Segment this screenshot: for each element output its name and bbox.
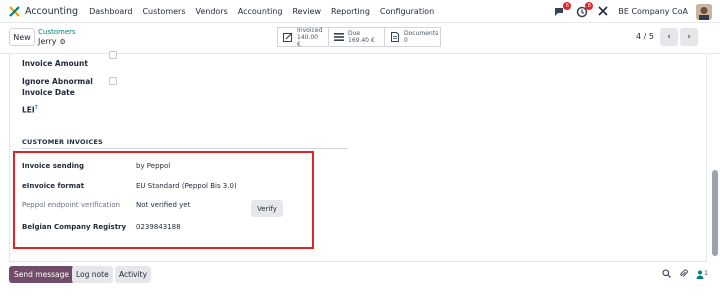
chatter-bar: Send message Log note Activity 1 (0, 262, 720, 302)
section-divider (22, 148, 348, 149)
app-name[interactable]: Accounting (25, 6, 78, 17)
lei-help-icon[interactable]: ? (35, 105, 38, 111)
chatter-icons: 1 (662, 269, 708, 280)
breadcrumb-current: Jerry ⚙ (38, 37, 76, 47)
menu-vendors[interactable]: Vendors (196, 7, 228, 16)
search-icon[interactable] (662, 269, 672, 280)
ignore-abnormal-checkbox[interactable] (109, 77, 117, 85)
invoiced-value: 140.00 € (297, 33, 318, 48)
messages-icon[interactable]: 6 (554, 1, 572, 18)
record-name: Jerry (38, 37, 57, 46)
highlight-box (13, 151, 314, 249)
gear-icon[interactable]: ⚙ (59, 37, 65, 47)
pager-next-button[interactable]: › (680, 28, 698, 46)
invoiced-label: Invoiced (297, 26, 323, 34)
send-message-button[interactable]: Send message (9, 266, 74, 283)
list-icon (334, 32, 344, 42)
user-avatar[interactable] (696, 3, 712, 20)
new-button[interactable]: New (9, 28, 35, 46)
smart-buttons: Invoiced 140.00 € Due 169.40 € Documents… (277, 26, 441, 48)
tools-icon[interactable] (598, 5, 608, 18)
documents-label: Documents (404, 30, 439, 37)
followers-button[interactable]: 1 (696, 270, 708, 279)
ignore-abnormal-label: Ignore Abnormal (22, 77, 93, 86)
lei-label: LEI? (22, 105, 38, 115)
documents-smart-button[interactable]: Documents 0 (385, 27, 441, 47)
breadcrumb: Customers Jerry ⚙ (38, 28, 76, 47)
menu-accounting[interactable]: Accounting (238, 7, 283, 16)
invoiced-smart-button[interactable]: Invoiced 140.00 € (277, 26, 329, 48)
invoice-amount-label: Invoice Amount (22, 59, 88, 68)
activity-button[interactable]: Activity (115, 266, 152, 283)
menu-customers[interactable]: Customers (142, 7, 185, 16)
document-icon (390, 32, 400, 42)
log-note-button[interactable]: Log note (72, 266, 113, 283)
menu-reporting[interactable]: Reporting (331, 7, 370, 16)
followers-count: 1 (704, 270, 708, 277)
section-title: CUSTOMER INVOICES (22, 138, 103, 146)
due-value: 169.40 € (348, 37, 375, 44)
due-smart-button[interactable]: Due 169.40 € (329, 27, 385, 47)
pencil-square-icon (283, 32, 293, 42)
documents-value: 0 (404, 37, 408, 44)
lei-label-text: LEI (22, 105, 35, 115)
top-navbar: Accounting Dashboard Customers Vendors A… (0, 0, 720, 23)
invoice-amount-checkbox[interactable] (109, 51, 117, 59)
paperclip-icon[interactable] (679, 269, 688, 280)
accounting-app-icon[interactable] (9, 5, 20, 17)
company-switcher[interactable]: BE Company CoA (618, 7, 688, 16)
due-label: Due (348, 30, 361, 37)
menu-review[interactable]: Review (292, 7, 321, 16)
messages-badge: 6 (563, 1, 572, 10)
menu-dashboard[interactable]: Dashboard (89, 7, 132, 16)
scrollbar[interactable] (712, 170, 718, 256)
pager-value[interactable]: 4 / 5 (636, 32, 654, 41)
pager-previous-button[interactable]: ‹ (660, 28, 678, 46)
ignore-abnormal-label-line2: Invoice Date (22, 88, 75, 97)
control-panel: New Customers Jerry ⚙ Invoiced 140.00 € (0, 23, 720, 54)
breadcrumb-parent[interactable]: Customers (38, 28, 76, 37)
form-sheet: Invoice Amount Ignore Abnormal Invoice D… (9, 51, 707, 262)
user-icon (696, 270, 704, 279)
activities-icon[interactable]: 8 (576, 1, 594, 18)
activities-badge: 8 (585, 1, 594, 10)
menu-configuration[interactable]: Configuration (380, 7, 434, 16)
